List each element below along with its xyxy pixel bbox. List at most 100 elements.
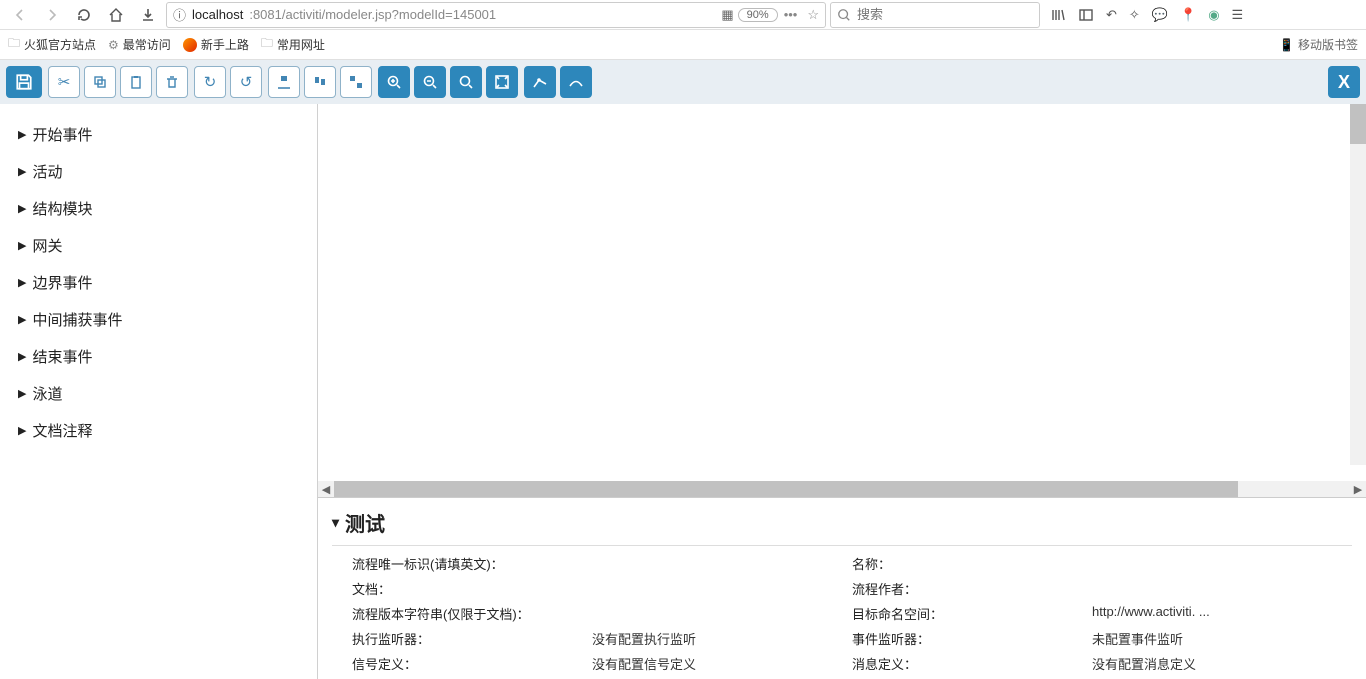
properties-title[interactable]: ▾ 测试 — [332, 508, 1352, 545]
bookmark-item-2[interactable]: 新手上路 — [183, 36, 249, 53]
scroll-right-icon[interactable]: ▶ — [1350, 483, 1366, 496]
properties-panel: ▾ 测试 流程唯一标识(请填英文)：名称： 文档：流程作者： 流程版本字符串(仅… — [318, 497, 1366, 679]
main-area: ◀ ▶ ▾ 测试 流程唯一标识(请填英文)：名称： 文档：流程作者： 流程版本字… — [318, 104, 1366, 679]
folder-icon: 🗀 — [261, 34, 273, 55]
prop-value[interactable] — [592, 554, 852, 573]
prop-label: 消息定义： — [852, 654, 1092, 673]
globe-icon[interactable]: ◉ — [1208, 7, 1219, 23]
sidebar-item-catching-events[interactable]: ▶中间捕获事件 — [0, 301, 317, 338]
canvas[interactable] — [318, 104, 1366, 481]
more-icon[interactable]: ••• — [784, 7, 798, 22]
delete-button[interactable] — [156, 66, 188, 98]
prop-value[interactable] — [592, 604, 852, 623]
bookmark-bar: 🗀火狐官方站点 ⚙最常访问 新手上路 🗀常用网址 📱移动版书签 — [0, 30, 1366, 60]
bendpoint-remove-button[interactable] — [560, 66, 592, 98]
clip-icon[interactable]: ✧ — [1129, 7, 1140, 23]
sidebar-item-swimlanes[interactable]: ▶泳道 — [0, 375, 317, 412]
paste-button[interactable] — [120, 66, 152, 98]
sidebar-item-structural[interactable]: ▶结构模块 — [0, 190, 317, 227]
chevron-right-icon: ▶ — [18, 424, 26, 437]
prop-value[interactable]: 没有配置信号定义 — [592, 654, 852, 673]
prop-value[interactable] — [592, 579, 852, 598]
sidebar-item-end-events[interactable]: ▶结束事件 — [0, 338, 317, 375]
chevron-right-icon: ▶ — [18, 202, 26, 215]
prop-label: 名称： — [852, 554, 1092, 573]
align-h-button[interactable] — [304, 66, 336, 98]
redo-button[interactable]: ↻ — [194, 66, 226, 98]
prop-label: 事件监听器： — [852, 629, 1092, 648]
url-path: :8081/activiti/modeler.jsp?modelId=14500… — [249, 7, 496, 22]
bookmark-item-3[interactable]: 🗀常用网址 — [261, 34, 325, 55]
info-icon[interactable]: ⓘ — [173, 5, 186, 24]
chevron-right-icon: ▶ — [18, 128, 26, 141]
chrome-icons: ↶ ✧ 💬 📍 ◉ ☰ — [1044, 7, 1249, 23]
sidebar-item-start-events[interactable]: ▶开始事件 — [0, 116, 317, 153]
zoom-fit-button[interactable] — [486, 66, 518, 98]
browser-nav-bar: ⓘ localhost:8081/activiti/modeler.jsp?mo… — [0, 0, 1366, 30]
sidebar-item-boundary-events[interactable]: ▶边界事件 — [0, 264, 317, 301]
bookmark-item-0[interactable]: 🗀火狐官方站点 — [8, 34, 96, 55]
pin-icon[interactable]: 📍 — [1180, 7, 1196, 23]
star-icon[interactable]: ☆ — [807, 7, 819, 23]
prop-label: 流程作者： — [852, 579, 1092, 598]
tb-group-history: ↻ ↺ — [194, 66, 262, 98]
prop-value[interactable] — [1092, 554, 1352, 573]
prop-value[interactable]: 没有配置消息定义 — [1092, 654, 1352, 673]
prop-value[interactable]: http://www.activiti. ... — [1092, 604, 1352, 623]
url-bar[interactable]: ⓘ localhost:8081/activiti/modeler.jsp?mo… — [166, 2, 826, 28]
properties-grid: 流程唯一标识(请填英文)：名称： 文档：流程作者： 流程版本字符串(仅限于文档)… — [332, 545, 1352, 673]
copy-button[interactable] — [84, 66, 116, 98]
qr-icon[interactable]: ▦ — [721, 7, 731, 23]
home-button[interactable] — [102, 2, 130, 28]
cut-button[interactable]: ✂ — [48, 66, 80, 98]
app-toolbar: ✂ ↻ ↺ X — [0, 60, 1366, 104]
tb-group-edit: ✂ — [48, 66, 188, 98]
back-button[interactable] — [6, 2, 34, 28]
gear-icon: ⚙ — [108, 38, 119, 52]
sidebar-icon[interactable] — [1078, 7, 1094, 23]
prop-label: 文档： — [352, 579, 592, 598]
sidebar-item-annotations[interactable]: ▶文档注释 — [0, 412, 317, 449]
same-size-button[interactable] — [340, 66, 372, 98]
phone-icon: 📱 — [1279, 38, 1294, 52]
sidebar-item-activities[interactable]: ▶活动 — [0, 153, 317, 190]
save-button[interactable] — [6, 66, 42, 98]
tb-group-bendpoint — [524, 66, 592, 98]
mobile-bookmarks[interactable]: 📱移动版书签 — [1279, 36, 1358, 53]
prop-label: 执行监听器： — [352, 629, 592, 648]
chevron-right-icon: ▶ — [18, 387, 26, 400]
canvas-v-scrollbar[interactable] — [1350, 104, 1366, 465]
chevron-right-icon: ▶ — [18, 350, 26, 363]
reload-button[interactable] — [70, 2, 98, 28]
close-button[interactable]: X — [1328, 66, 1360, 98]
zoom-in-button[interactable] — [378, 66, 410, 98]
zoom-actual-button[interactable] — [450, 66, 482, 98]
tb-group-zoom — [378, 66, 518, 98]
prop-value[interactable] — [1092, 579, 1352, 598]
forward-button[interactable] — [38, 2, 66, 28]
folder-icon: 🗀 — [8, 34, 20, 55]
bookmark-item-1[interactable]: ⚙最常访问 — [108, 36, 171, 53]
menu-icon[interactable]: ☰ — [1232, 7, 1244, 23]
canvas-h-scrollbar[interactable]: ◀ ▶ — [318, 481, 1366, 497]
zoom-badge[interactable]: 90% — [738, 8, 778, 22]
chevron-right-icon: ▶ — [18, 239, 26, 252]
align-v-button[interactable] — [268, 66, 300, 98]
scroll-left-icon[interactable]: ◀ — [318, 483, 334, 496]
zoom-out-button[interactable] — [414, 66, 446, 98]
prop-label: 目标命名空间： — [852, 604, 1092, 623]
prop-value[interactable]: 未配置事件监听 — [1092, 629, 1352, 648]
undo-nav-icon[interactable]: ↶ — [1106, 7, 1117, 23]
bendpoint-add-button[interactable] — [524, 66, 556, 98]
chat-icon[interactable]: 💬 — [1152, 7, 1168, 23]
library-icon[interactable] — [1050, 7, 1066, 23]
prop-label: 信号定义： — [352, 654, 592, 673]
search-bar[interactable] — [830, 2, 1040, 28]
tb-group-align — [268, 66, 372, 98]
prop-value[interactable]: 没有配置执行监听 — [592, 629, 852, 648]
palette-sidebar: ▶开始事件 ▶活动 ▶结构模块 ▶网关 ▶边界事件 ▶中间捕获事件 ▶结束事件 … — [0, 104, 318, 679]
undo-button[interactable]: ↺ — [230, 66, 262, 98]
search-input[interactable] — [857, 7, 1033, 22]
sidebar-item-gateways[interactable]: ▶网关 — [0, 227, 317, 264]
download-button[interactable] — [134, 2, 162, 28]
